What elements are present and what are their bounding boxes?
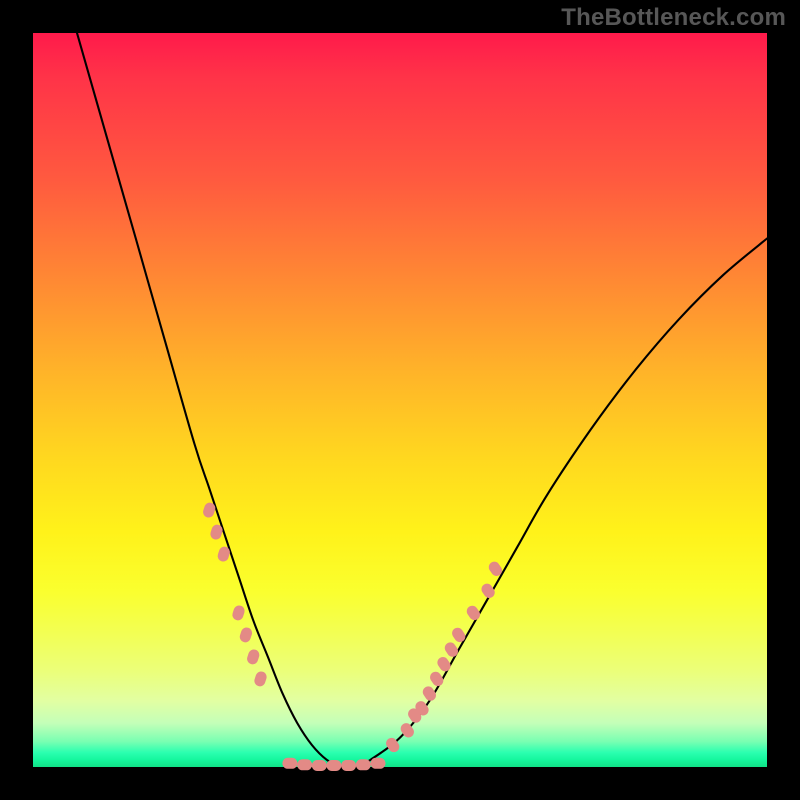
data-marker — [435, 655, 453, 674]
data-marker — [421, 684, 439, 703]
data-marker — [282, 758, 297, 769]
bottleneck-curve — [77, 33, 767, 768]
data-marker — [238, 626, 253, 644]
data-marker — [450, 626, 468, 645]
data-marker — [297, 759, 312, 770]
data-marker — [341, 760, 356, 771]
plot-area — [33, 33, 767, 767]
data-marker — [246, 648, 261, 666]
data-marker — [443, 640, 461, 659]
chart-frame: TheBottleneck.com — [0, 0, 800, 800]
data-marker — [465, 604, 483, 623]
data-marker — [253, 670, 268, 688]
marker-group — [202, 501, 505, 771]
watermark-label: TheBottleneck.com — [561, 4, 786, 32]
data-marker — [428, 670, 446, 689]
chart-svg — [33, 33, 767, 767]
data-marker — [371, 758, 386, 769]
curve-group — [77, 33, 767, 768]
data-marker — [356, 759, 371, 770]
data-marker — [326, 760, 341, 771]
data-marker — [231, 604, 246, 622]
data-marker — [312, 760, 327, 771]
data-marker — [479, 582, 497, 601]
